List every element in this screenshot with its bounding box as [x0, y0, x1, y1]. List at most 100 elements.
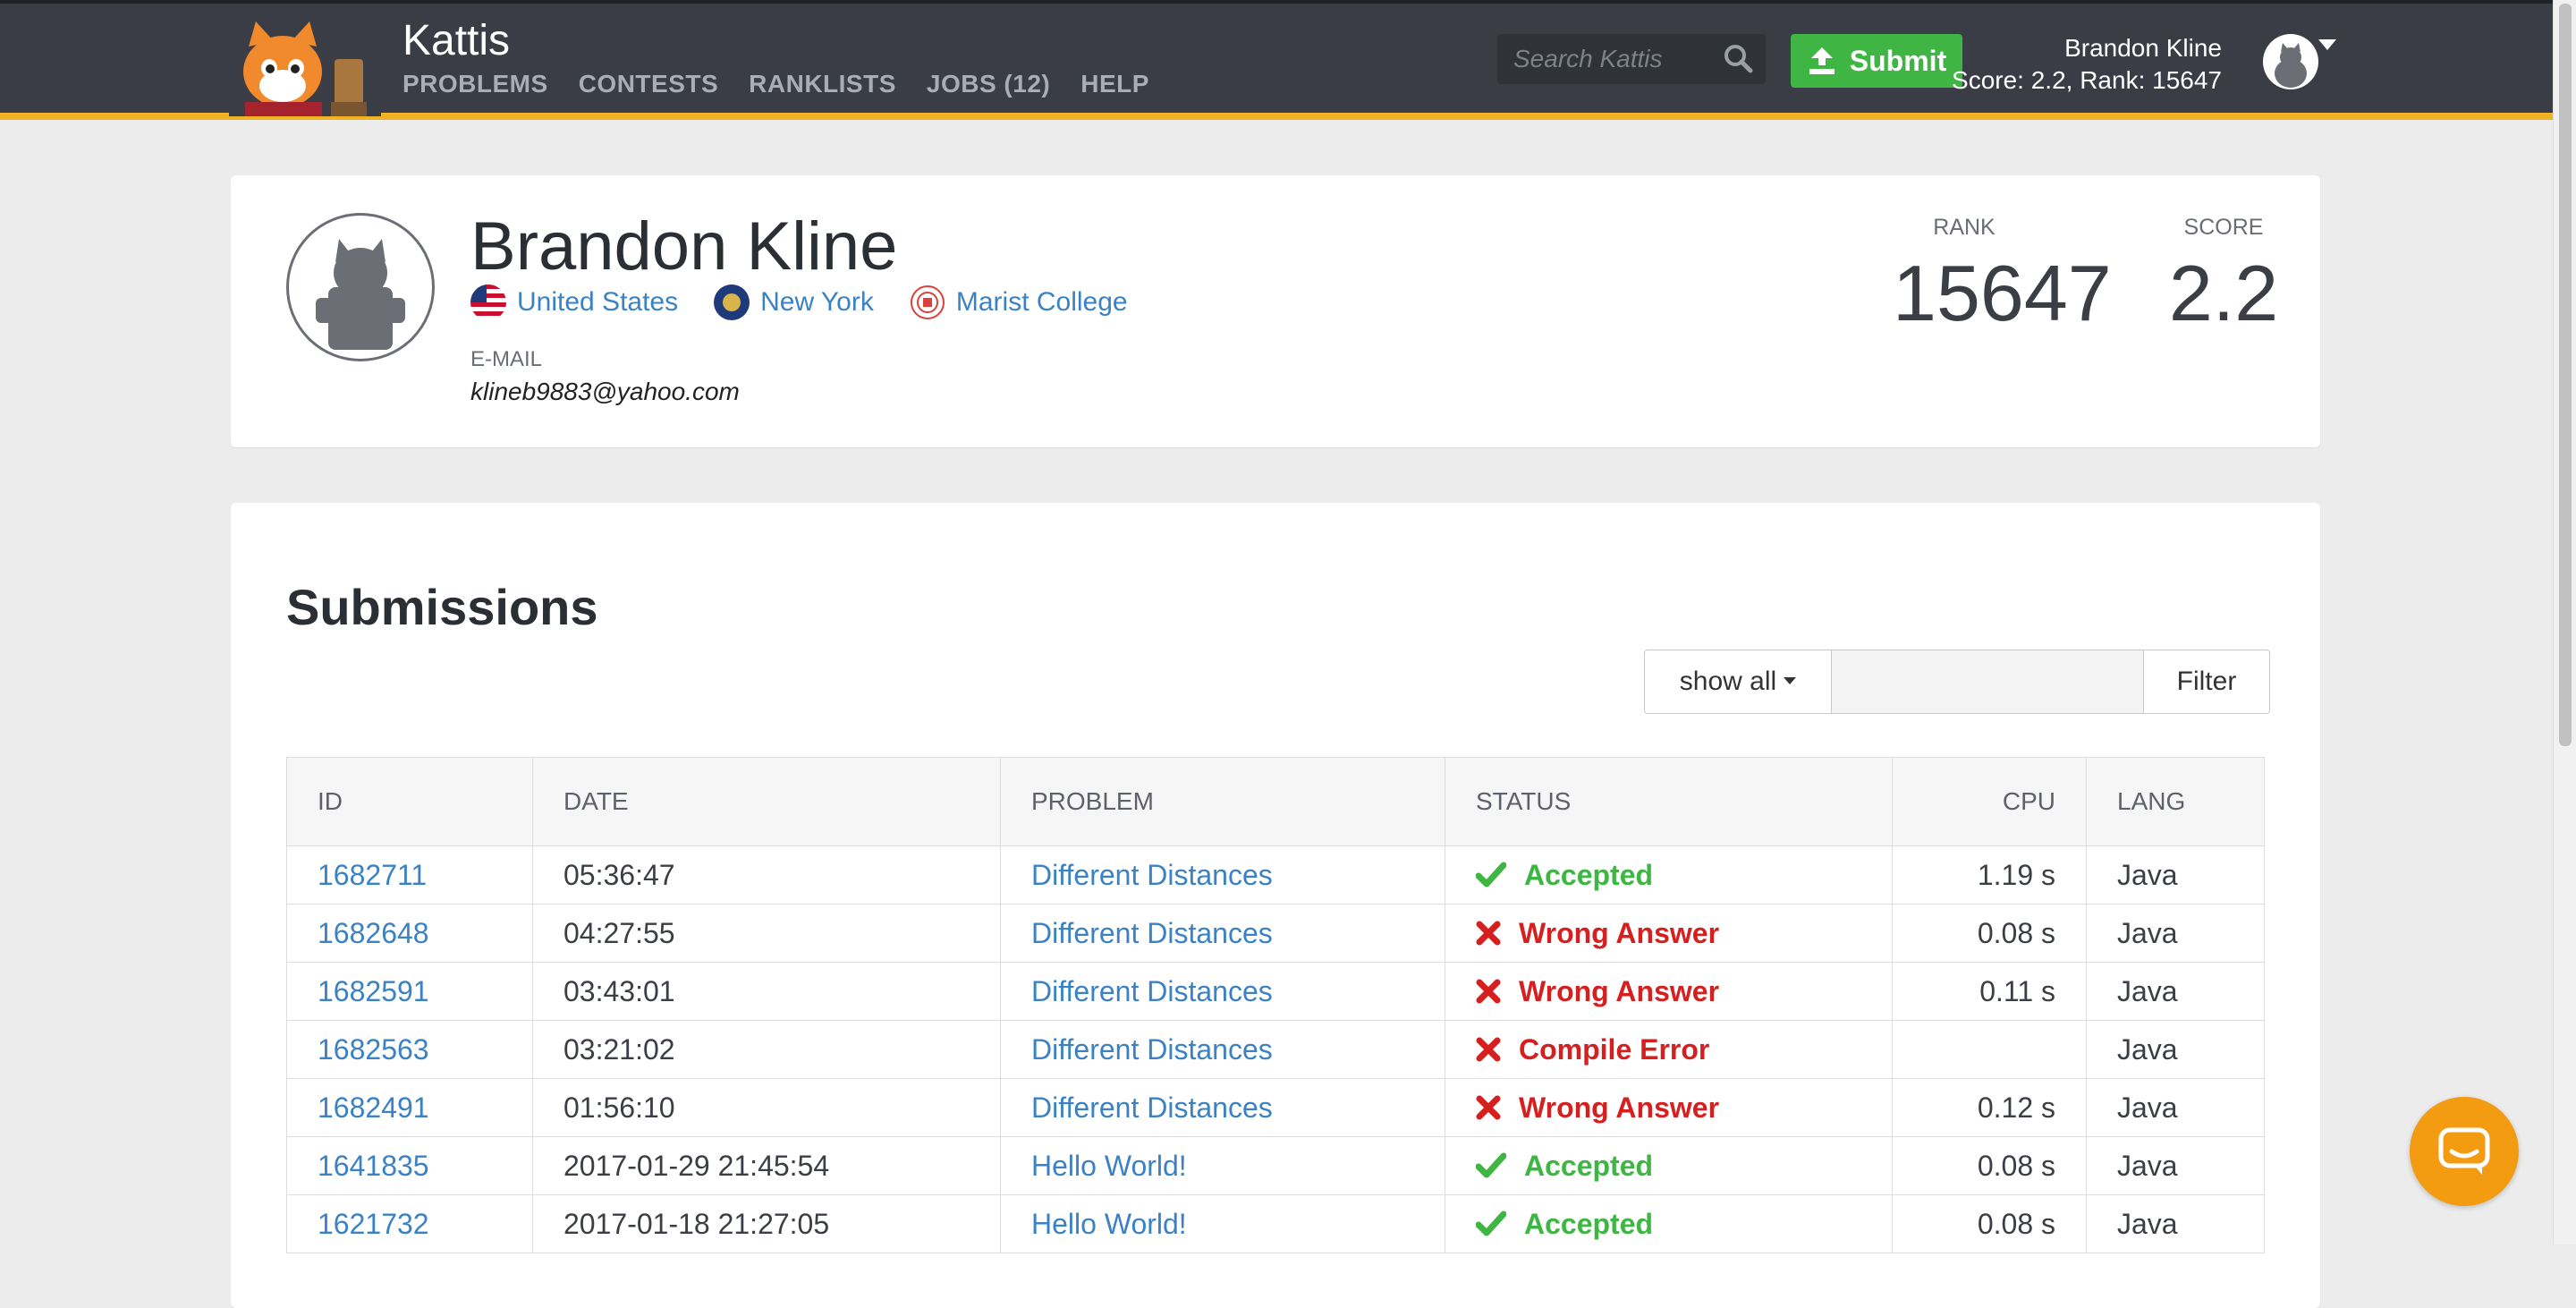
cell-problem[interactable]: Different Distances — [1000, 1020, 1445, 1079]
cell-problem[interactable]: Different Distances — [1000, 1078, 1445, 1137]
status-text: Accepted — [1524, 1207, 1654, 1240]
rank-label: RANK — [1933, 215, 1996, 240]
cell-lang: Java — [2086, 904, 2265, 963]
column-header-lang[interactable]: LANG — [2086, 757, 2265, 846]
cell-problem[interactable]: Different Distances — [1000, 904, 1445, 963]
submission-id-link[interactable]: 1682648 — [318, 917, 429, 949]
cell-id[interactable]: 1682563 — [286, 1020, 533, 1079]
status-text: Accepted — [1524, 1149, 1654, 1182]
problem-link[interactable]: Different Distances — [1031, 975, 1273, 1007]
cell-problem[interactable]: Different Distances — [1000, 962, 1445, 1021]
problem-link[interactable]: Different Distances — [1031, 917, 1273, 949]
problem-link[interactable]: Hello World! — [1031, 1150, 1187, 1182]
check-icon — [1476, 1210, 1506, 1236]
status-badge: Compile Error — [1476, 1033, 1861, 1066]
search-box — [1497, 34, 1766, 84]
submissions-title: Submissions — [286, 579, 598, 635]
column-header-status[interactable]: STATUS — [1445, 757, 1893, 846]
brand-title[interactable]: Kattis — [402, 16, 510, 65]
country-link[interactable]: United States — [470, 285, 678, 320]
main-nav: PROBLEMS CONTESTS RANKLISTS JOBS (12) HE… — [402, 70, 1149, 98]
cell-id[interactable]: 1682591 — [286, 962, 533, 1021]
cell-problem[interactable]: Different Distances — [1000, 845, 1445, 905]
cell-status: Wrong Answer — [1445, 1078, 1893, 1137]
table-row: 1682563 03:21:02 Different Distances Compil… — [286, 1020, 2265, 1079]
column-header-id[interactable]: ID — [286, 757, 533, 846]
cell-date: 05:36:47 — [532, 845, 1001, 905]
table-row: 1682648 04:27:55 Different Distances Wrong … — [286, 904, 2265, 963]
score-stat: SCORE 2.2 — [2161, 215, 2286, 339]
problem-link[interactable]: Different Distances — [1031, 1091, 1273, 1124]
submission-id-link[interactable]: 1682491 — [318, 1091, 429, 1124]
school-link[interactable]: Marist College — [910, 285, 1128, 320]
profile-card: Brandon Kline United States New York Mar… — [231, 175, 2320, 447]
nav-ranklists[interactable]: RANKLISTS — [749, 70, 896, 98]
status-filter-dropdown[interactable]: show all — [1644, 650, 1832, 714]
kattis-logo[interactable] — [229, 16, 381, 116]
column-header-cpu[interactable]: CPU — [1892, 757, 2087, 846]
chat-launcher-button[interactable] — [2410, 1097, 2519, 1206]
filter-input[interactable] — [1832, 650, 2144, 714]
chevron-down-icon[interactable] — [2318, 39, 2336, 50]
submissions-table: ID DATE PROBLEM STATUS CPU LANG 1682711 0… — [286, 757, 2265, 1253]
column-header-date[interactable]: DATE — [532, 757, 1001, 846]
cell-lang: Java — [2086, 1020, 2265, 1079]
cell-lang: Java — [2086, 962, 2265, 1021]
search-icon[interactable] — [1723, 43, 1753, 73]
submission-id-link[interactable]: 1621732 — [318, 1208, 429, 1240]
submit-button[interactable]: Submit — [1791, 34, 1962, 88]
avatar[interactable] — [2263, 34, 2318, 89]
cell-id[interactable]: 1682648 — [286, 904, 533, 963]
status-text: Compile Error — [1519, 1032, 1710, 1066]
filter-button[interactable]: Filter — [2144, 650, 2270, 714]
search-input[interactable] — [1497, 34, 1728, 84]
user-stats: Score: 2.2, Rank: 15647 — [1952, 66, 2222, 94]
status-badge: Accepted — [1476, 859, 1861, 892]
status-badge: Accepted — [1476, 1150, 1861, 1183]
rank-value: 15647 — [1893, 249, 2112, 337]
cell-lang: Java — [2086, 1078, 2265, 1137]
country-label: United States — [517, 287, 679, 317]
nav-help[interactable]: HELP — [1080, 70, 1149, 98]
table-row: 1641835 2017-01-29 21:45:54 Hello World! Ac… — [286, 1136, 2265, 1195]
us-flag-icon — [470, 285, 506, 320]
profile-avatar — [286, 213, 435, 361]
cell-status: Accepted — [1445, 845, 1893, 905]
top-navbar: Kattis PROBLEMS CONTESTS RANKLISTS JOBS … — [0, 4, 2553, 120]
table-header-row: ID DATE PROBLEM STATUS CPU LANG — [286, 757, 2265, 846]
problem-link[interactable]: Hello World! — [1031, 1208, 1187, 1240]
submission-id-link[interactable]: 1641835 — [318, 1150, 429, 1182]
check-icon — [1476, 1152, 1506, 1178]
submit-label: Submit — [1849, 44, 1947, 77]
cell-date: 03:21:02 — [532, 1020, 1001, 1079]
status-badge: Accepted — [1476, 1208, 1861, 1241]
scrollbar-thumb[interactable] — [2559, 4, 2572, 746]
cell-id[interactable]: 1682491 — [286, 1078, 533, 1137]
problem-link[interactable]: Different Distances — [1031, 1033, 1273, 1066]
status-badge: Wrong Answer — [1476, 917, 1861, 950]
cell-status: Accepted — [1445, 1136, 1893, 1195]
submission-id-link[interactable]: 1682563 — [318, 1033, 429, 1066]
column-header-problem[interactable]: PROBLEM — [1000, 757, 1445, 846]
user-name: Brandon Kline — [2064, 34, 2222, 62]
scrollbar[interactable] — [2553, 0, 2576, 1244]
status-text: Wrong Answer — [1519, 1091, 1720, 1124]
cell-id[interactable]: 1641835 — [286, 1136, 533, 1195]
cross-icon — [1476, 979, 1501, 1004]
chat-icon — [2438, 1127, 2490, 1175]
profile-name: Brandon Kline — [470, 208, 898, 285]
user-summary[interactable]: Brandon Kline Score: 2.2, Rank: 15647 — [1952, 32, 2222, 97]
new-york-flag-icon — [714, 285, 750, 320]
nav-jobs[interactable]: JOBS (12) — [927, 70, 1050, 98]
region-link[interactable]: New York — [714, 285, 874, 320]
submission-id-link[interactable]: 1682591 — [318, 975, 429, 1007]
cell-id[interactable]: 1682711 — [286, 845, 533, 905]
nav-problems[interactable]: PROBLEMS — [402, 70, 548, 98]
submission-id-link[interactable]: 1682711 — [318, 859, 427, 891]
cell-date: 2017-01-29 21:45:54 — [532, 1136, 1001, 1195]
cell-cpu: 0.08 s — [1892, 1136, 2087, 1195]
check-icon — [1476, 862, 1506, 888]
nav-contests[interactable]: CONTESTS — [579, 70, 718, 98]
problem-link[interactable]: Different Distances — [1031, 859, 1273, 891]
cell-problem[interactable]: Hello World! — [1000, 1136, 1445, 1195]
